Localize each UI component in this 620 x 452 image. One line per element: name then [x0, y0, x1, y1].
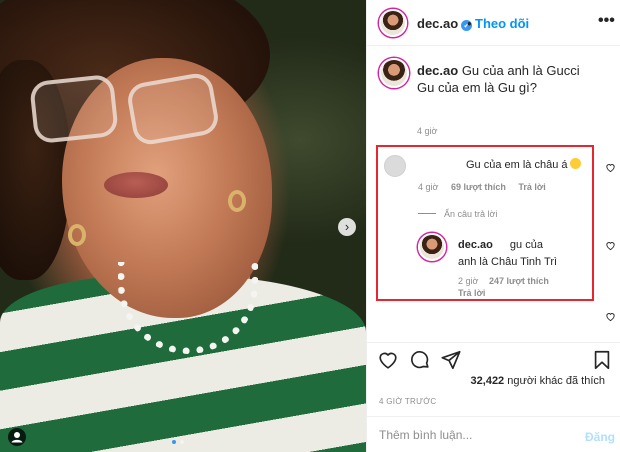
comment-bubble-icon [411, 351, 429, 369]
post-side-panel: dec.ao ✓ • Theo dõi ••• dec.ao Gu của anh… [366, 0, 620, 452]
comment-composer: Đăng [367, 416, 620, 452]
tagged-users-button[interactable] [8, 428, 26, 446]
reply-text: dec.ao gu của anh là Châu Tinh Trì [458, 237, 588, 271]
separator-dot: • [467, 16, 472, 31]
reply-reply-button[interactable]: Trả lời [458, 288, 485, 298]
reply-likes[interactable]: 247 lượt thích [489, 276, 549, 286]
post-comment-button[interactable]: Đăng [585, 430, 615, 444]
caption-line-2: Gu của em là Gu gì? [417, 80, 537, 95]
likes-count: 32,422 [470, 375, 505, 387]
caption-timestamp: 4 giờ [417, 126, 438, 136]
comment-likes[interactable]: 69 lượt thích [451, 182, 506, 192]
reply-username[interactable]: dec.ao [458, 239, 493, 251]
photo-lips [104, 172, 168, 198]
carousel-indicator [172, 440, 184, 444]
share-button[interactable] [440, 349, 462, 371]
commenter-avatar[interactable] [384, 155, 406, 177]
comment-button[interactable] [409, 349, 431, 371]
caption-line-1: Gu của anh là Gucci [461, 63, 580, 78]
carousel-dot-active [172, 440, 176, 444]
hide-replies-button[interactable]: Ẩn câu trả lời [418, 209, 497, 219]
next-photo-button[interactable]: › [338, 218, 356, 236]
post-header: dec.ao ✓ • Theo dõi ••• [367, 0, 620, 46]
comment-like-icon[interactable] [605, 162, 616, 173]
save-button[interactable] [591, 349, 613, 371]
photo-glasses-left-lens [28, 73, 120, 145]
reply-author-avatar[interactable] [418, 233, 446, 261]
photo-earring [68, 224, 86, 246]
bookmark-icon [594, 350, 610, 370]
carousel-dot [180, 440, 184, 444]
caption-text: dec.ao Gu của anh là Gucci Gu của em là … [417, 62, 613, 96]
next-comment-like-icon[interactable] [605, 311, 616, 322]
comment-reply-button[interactable]: Trả lời [518, 182, 545, 192]
user-tag-icon [11, 432, 23, 443]
reply-like-icon[interactable] [605, 240, 616, 251]
add-comment-input[interactable] [379, 427, 569, 443]
chevron-right-icon: › [344, 219, 350, 234]
highlighted-comment-thread: Gu của em là châu á 4 giờ 69 lượt thích … [376, 145, 594, 301]
smirk-emoji-icon [569, 158, 581, 169]
follow-button[interactable]: Theo dõi [475, 16, 529, 31]
comment-text: Gu của em là châu á [466, 158, 581, 171]
heart-icon [379, 352, 397, 369]
reply-text-part-2: anh là Châu Tinh Trì [458, 256, 558, 268]
post-time-ago: 4 GIỜ TRƯỚC [379, 397, 437, 406]
photo-earring [228, 190, 246, 212]
replies-dash [418, 213, 436, 214]
reply-text-part-1: gu của [509, 239, 543, 251]
reply-meta: 2 giờ 247 lượt thích Trả lời [458, 275, 557, 299]
author-username[interactable]: dec.ao ✓ [417, 16, 473, 31]
caption-username[interactable]: dec.ao [417, 63, 458, 78]
caption-author-avatar[interactable] [379, 58, 409, 88]
reply-time: 2 giờ [458, 276, 479, 286]
comment-time: 4 giờ [418, 182, 439, 192]
like-button[interactable] [377, 349, 399, 371]
comment-meta: 4 giờ 69 lượt thích Trả lời [418, 182, 556, 192]
more-options-icon[interactable]: ••• [598, 12, 615, 30]
post-photo[interactable]: › [0, 0, 366, 452]
likes-summary[interactable]: 32,422 người khác đã thích [379, 375, 605, 387]
paper-plane-icon [441, 350, 461, 370]
author-avatar[interactable] [379, 9, 407, 37]
likes-suffix: người khác đã thích [507, 375, 605, 387]
post-action-bar [367, 342, 620, 376]
